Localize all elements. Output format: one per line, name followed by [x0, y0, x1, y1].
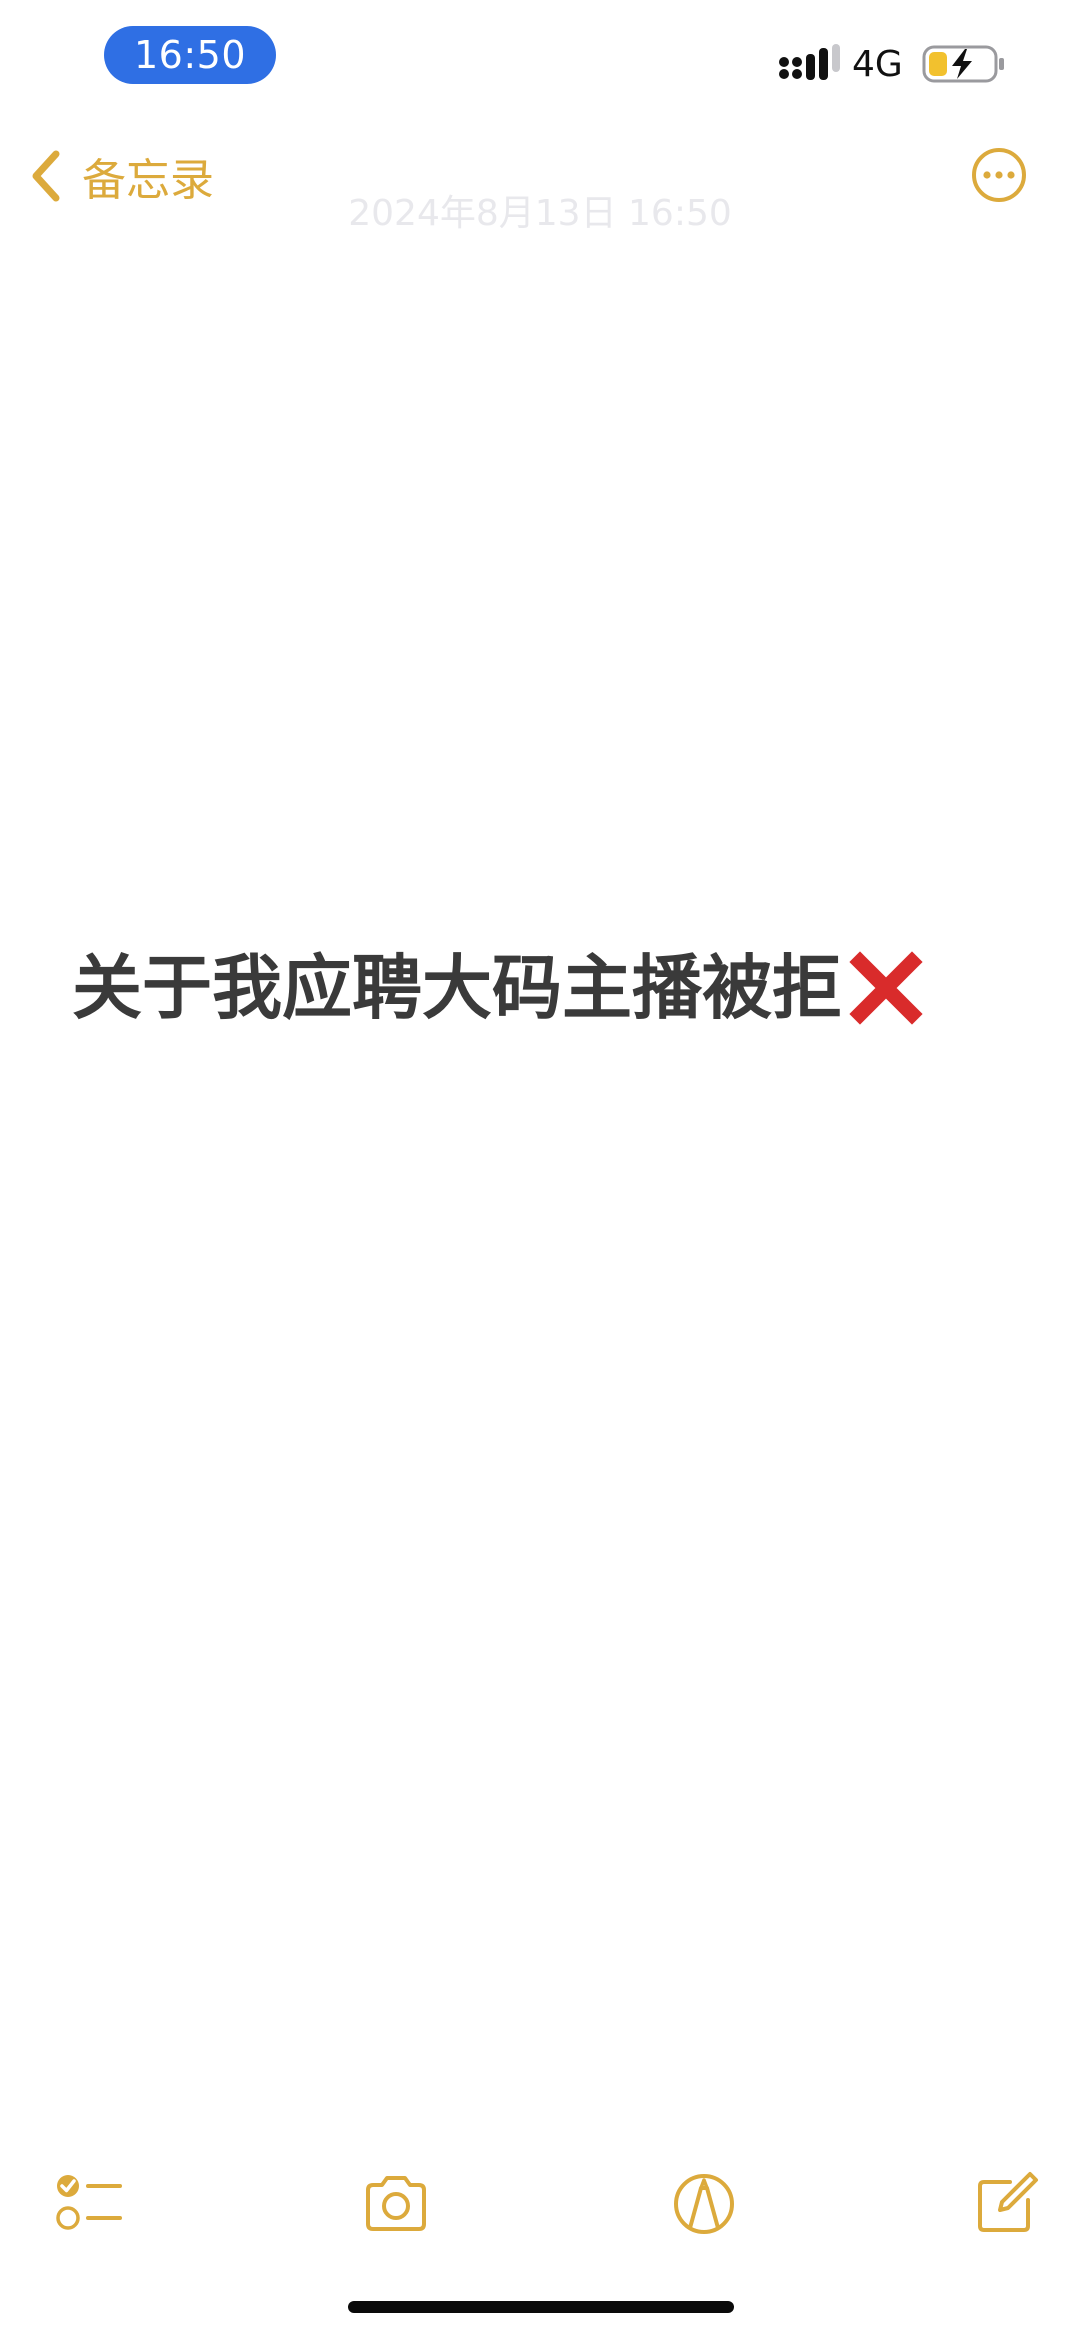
compose-icon[interactable] — [970, 2168, 1042, 2240]
note-date: 2024年8月13日 16:50 — [348, 193, 732, 234]
cellular-signal-icon — [779, 44, 840, 80]
battery-charging-icon — [922, 45, 1004, 83]
status-time: 16:50 — [104, 26, 276, 84]
home-indicator[interactable] — [348, 2301, 734, 2313]
status-time-label: 16:50 — [133, 33, 246, 77]
note-body[interactable]: 关于我应聘大码主播被拒 — [72, 946, 1032, 1030]
cross-mark-icon — [849, 951, 923, 1025]
markup-pen-icon[interactable] — [668, 2168, 740, 2240]
network-type: 4G — [852, 44, 903, 85]
checklist-icon[interactable] — [52, 2168, 124, 2240]
camera-icon[interactable] — [360, 2168, 432, 2240]
note-text: 关于我应聘大码主播被拒 — [72, 947, 842, 1029]
